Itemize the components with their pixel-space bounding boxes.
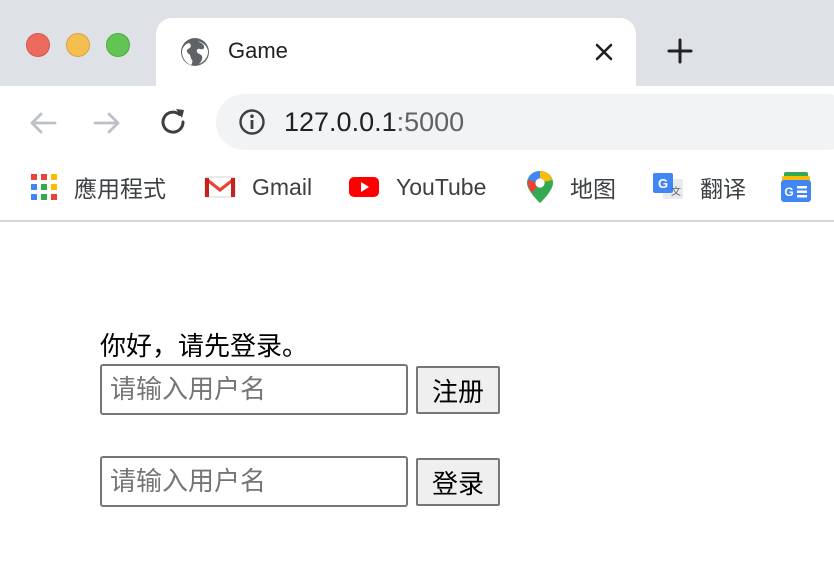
url-host: 127.0.0.1 [284,107,397,137]
bookmark-translate[interactable]: G 文 翻译 [652,170,746,204]
login-username-input[interactable] [100,456,408,507]
register-button[interactable]: 注册 [416,366,500,414]
bookmarks-bar: 應用程式 Gmail YouTube 地图 G 文 翻译 G [0,158,834,222]
info-icon[interactable] [238,108,266,136]
login-button[interactable]: 登录 [416,458,500,506]
tab-title: Game [228,38,288,63]
youtube-icon [349,177,379,197]
tab-strip: Game [0,0,834,86]
bookmark-label: 地图 [570,176,616,202]
back-arrow-icon[interactable] [26,106,60,140]
bookmark-label: 應用程式 [74,176,166,202]
translate-icon: G 文 [653,173,683,199]
url-text: 127.0.0.1:5000 [284,107,464,138]
bookmark-label: Gmail [252,173,313,200]
page-content: 你好，请先登录。 注册 登录 [0,224,834,572]
browser-toolbar: 127.0.0.1:5000 [0,86,834,158]
bookmark-maps[interactable]: 地图 [526,170,616,204]
maps-pin-icon [527,171,553,203]
window-minimize-button[interactable] [66,33,90,57]
close-icon[interactable] [592,40,616,64]
apps-grid-icon [31,174,57,200]
svg-text:文: 文 [671,185,681,198]
address-bar[interactable]: 127.0.0.1:5000 [216,94,834,150]
bookmark-gmail[interactable]: Gmail [204,170,312,204]
plus-icon[interactable] [666,37,694,65]
reload-icon[interactable] [156,105,190,139]
bookmark-google-news[interactable]: G [780,170,828,204]
globe-icon [181,38,209,66]
window-close-button[interactable] [26,33,50,57]
tab-game[interactable]: Game [156,18,636,86]
register-username-input[interactable] [100,364,408,415]
google-news-icon: G [781,172,811,202]
gmail-icon [204,176,236,198]
forward-arrow-icon[interactable] [90,106,124,140]
svg-text:G: G [658,176,668,191]
svg-text:G: G [784,185,793,199]
bookmark-label: 翻译 [700,176,746,202]
bookmark-youtube[interactable]: YouTube [348,170,486,204]
url-port: :5000 [396,107,465,137]
bookmark-apps[interactable]: 應用程式 [30,170,166,204]
bookmark-label: YouTube [396,173,487,200]
window-maximize-button[interactable] [106,33,130,57]
greeting-text: 你好，请先登录。 [100,332,309,362]
